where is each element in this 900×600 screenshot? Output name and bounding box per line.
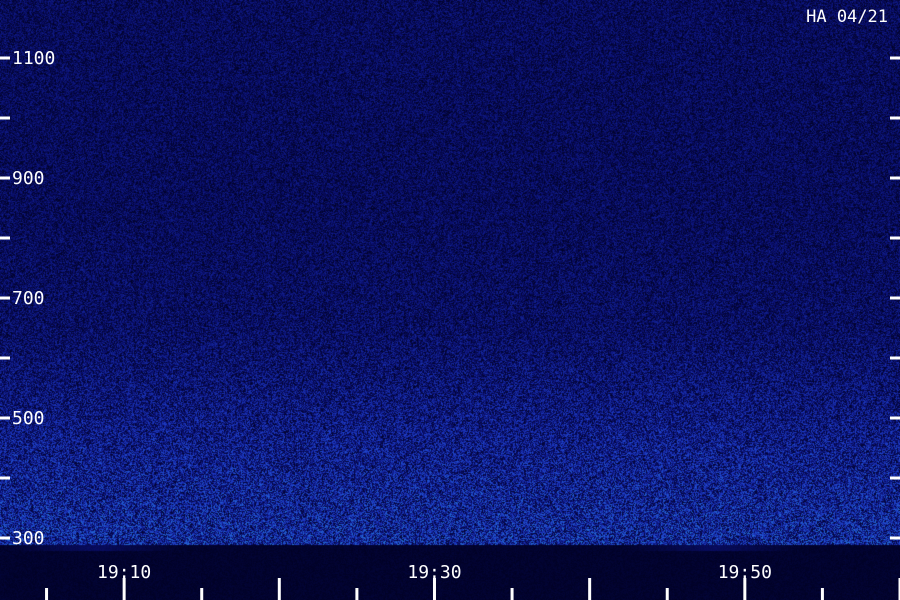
y-tick-label-300: 300 <box>12 528 45 549</box>
x-axis: 19:10 19:30 19:50 <box>45 562 900 600</box>
y-tick-label-700: 700 <box>12 288 45 309</box>
y-tick-label-1100: 1100 <box>12 48 55 69</box>
axes-overlay: HA 04/21 300 500 700 900 1100 19:10 19:30 19:5… <box>0 7 900 600</box>
x-tick-label-1910: 19:10 <box>97 562 151 583</box>
y-axis: 300 500 700 900 1100 <box>0 48 900 549</box>
x-tick-label-1950: 19:50 <box>718 562 772 583</box>
y-tick-label-500: 500 <box>12 408 45 429</box>
chart-title: HA 04/21 <box>806 7 888 27</box>
y-tick-label-900: 900 <box>12 168 45 189</box>
x-tick-label-1930: 19:30 <box>407 562 461 583</box>
